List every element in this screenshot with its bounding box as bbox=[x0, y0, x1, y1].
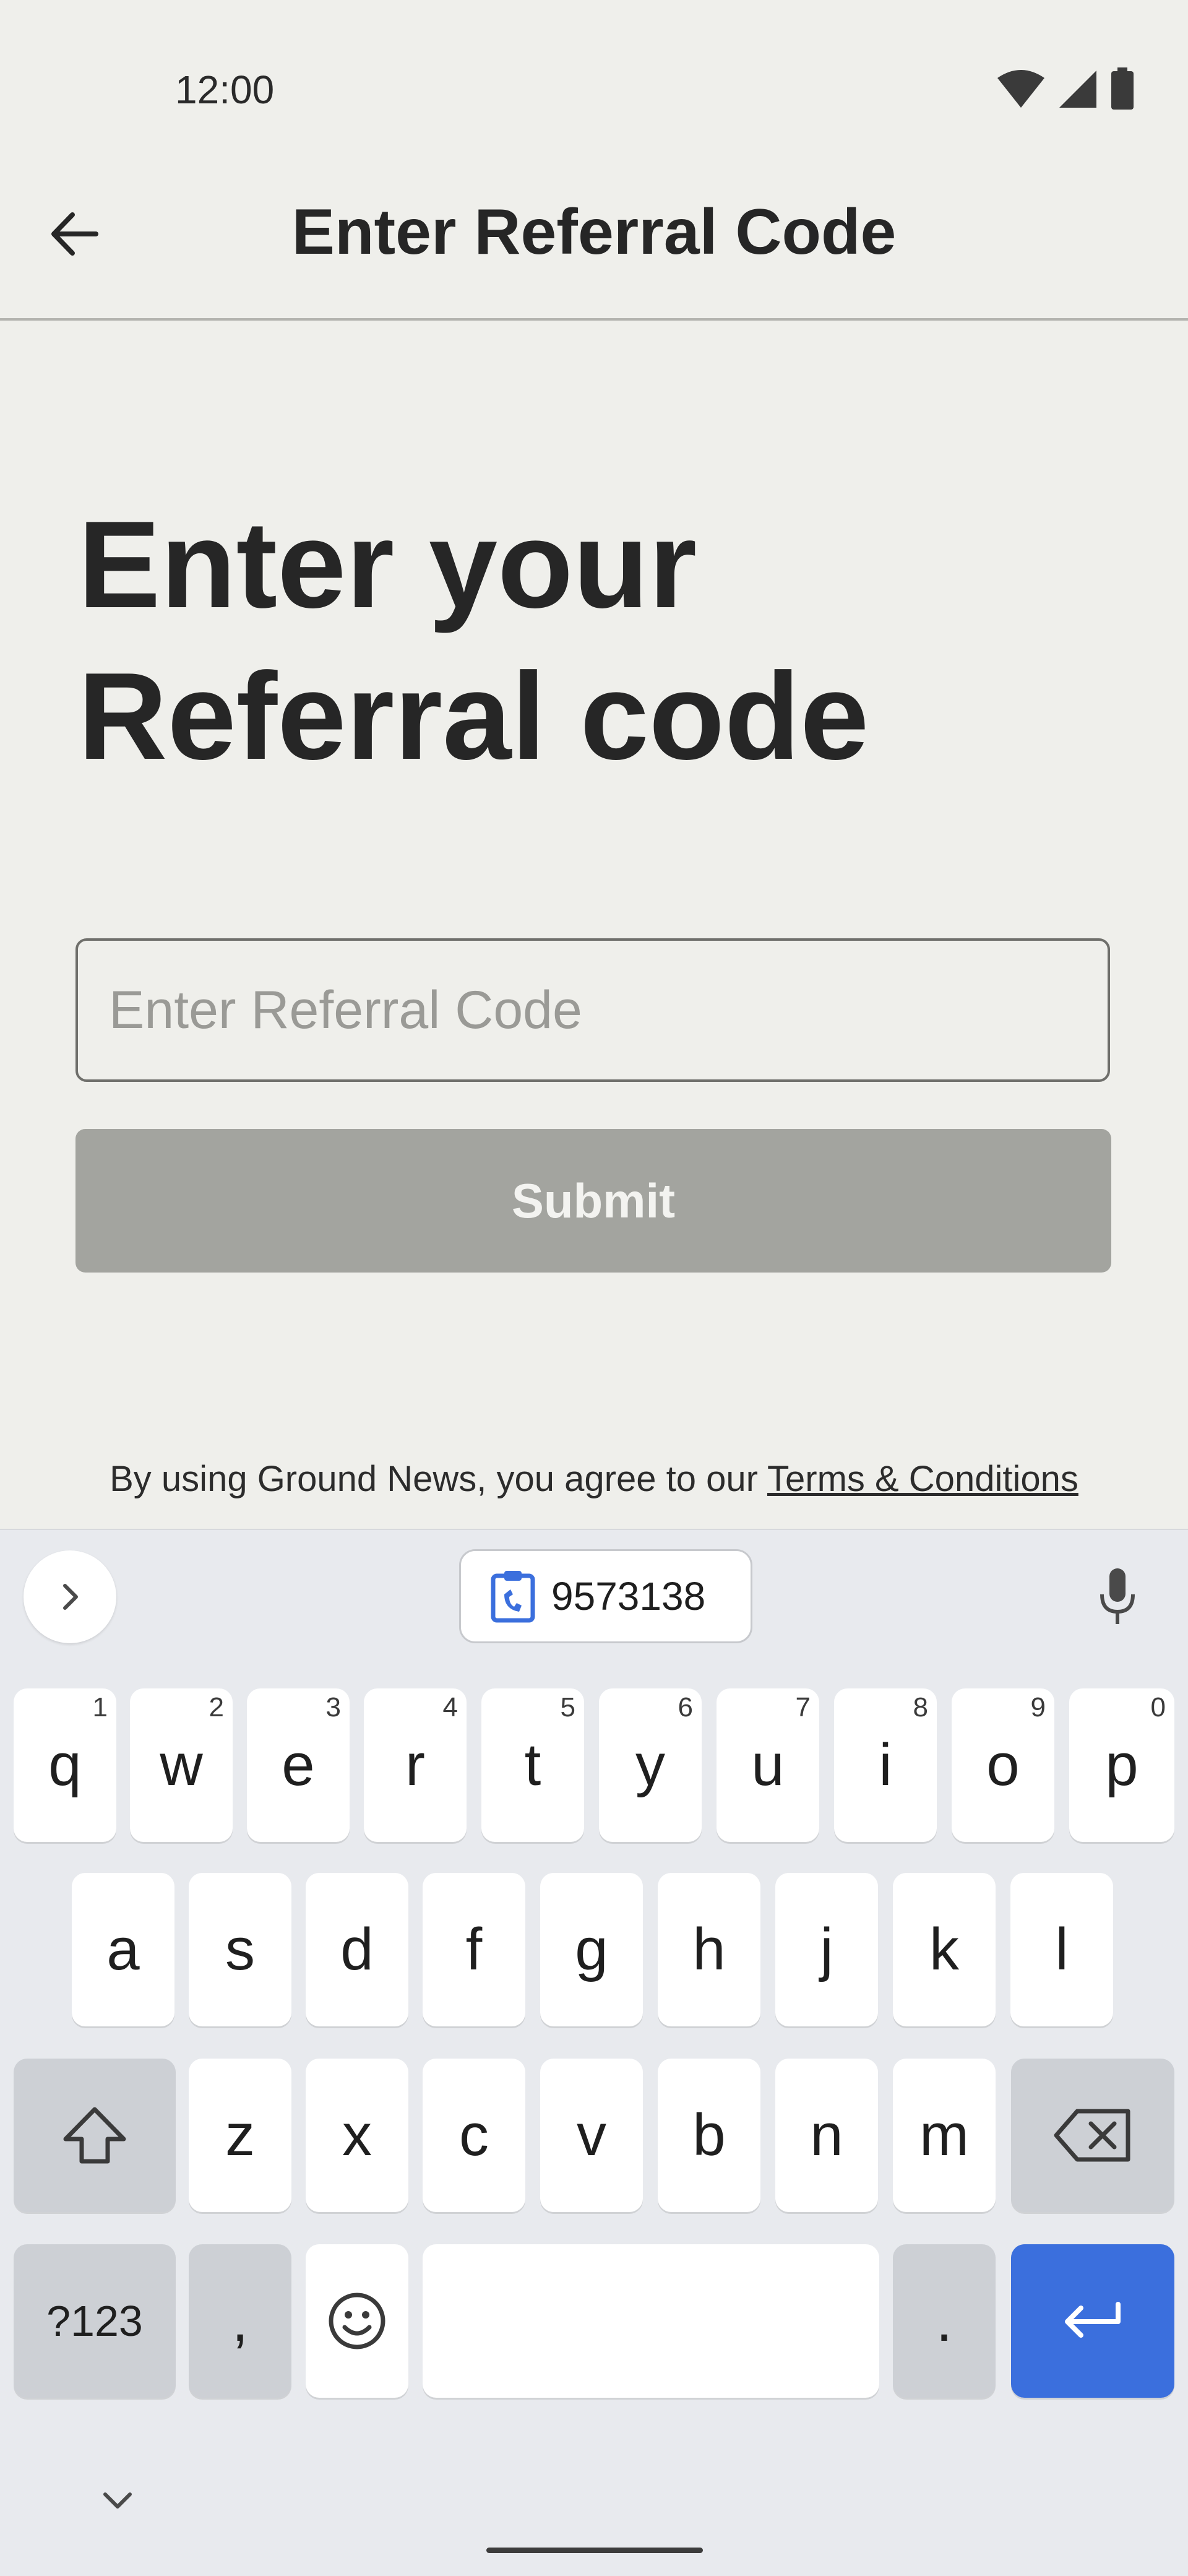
key-label: p bbox=[1105, 1732, 1138, 1798]
key-t[interactable]: t5 bbox=[481, 1688, 584, 1842]
key-label: q bbox=[48, 1732, 82, 1798]
submit-button[interactable]: Submit bbox=[75, 1129, 1111, 1273]
key-q[interactable]: q1 bbox=[14, 1688, 116, 1842]
key-label: u bbox=[751, 1732, 785, 1798]
comma-key[interactable]: , bbox=[189, 2244, 291, 2398]
page-heading: Enter your Referral code bbox=[78, 489, 1130, 792]
clipboard-icon bbox=[491, 1571, 535, 1623]
key-r[interactable]: r4 bbox=[364, 1688, 467, 1842]
terms-prefix: By using Ground News, you agree to our bbox=[110, 1459, 767, 1499]
enter-key[interactable] bbox=[1011, 2244, 1174, 2398]
chevron-down-icon bbox=[103, 2492, 132, 2509]
key-s[interactable]: s bbox=[189, 1873, 291, 2026]
key-label: t bbox=[524, 1732, 541, 1798]
key-z[interactable]: z bbox=[189, 2059, 291, 2212]
shift-icon bbox=[63, 2107, 126, 2164]
soft-keyboard bbox=[0, 1529, 1188, 2576]
app-bar-divider bbox=[0, 318, 1188, 321]
key-hint: 5 bbox=[560, 1692, 575, 1722]
key-e[interactable]: e3 bbox=[247, 1688, 350, 1842]
emoji-key[interactable] bbox=[306, 2244, 408, 2398]
key-f[interactable]: f bbox=[423, 1873, 525, 2026]
key-l[interactable]: l bbox=[1010, 1873, 1113, 2026]
key-label: o bbox=[986, 1732, 1020, 1798]
period-key[interactable]: . bbox=[893, 2244, 996, 2398]
app-bar-title: Enter Referral Code bbox=[291, 196, 897, 268]
enter-icon bbox=[1065, 2302, 1121, 2338]
battery-icon bbox=[1111, 67, 1134, 110]
key-c[interactable]: c bbox=[423, 2059, 525, 2212]
key-hint: 7 bbox=[795, 1692, 811, 1722]
key-k[interactable]: k bbox=[893, 1873, 996, 2026]
space-key[interactable] bbox=[423, 2244, 879, 2398]
terms-link[interactable]: Terms & Conditions bbox=[767, 1459, 1078, 1499]
backspace-key[interactable] bbox=[1011, 2059, 1174, 2212]
key-h[interactable]: h bbox=[658, 1873, 760, 2026]
clipboard-suggestion-chip[interactable]: 9573138 bbox=[459, 1549, 752, 1643]
back-arrow-icon bbox=[51, 212, 98, 256]
key-i[interactable]: i8 bbox=[834, 1688, 937, 1842]
shift-key[interactable] bbox=[14, 2059, 176, 2212]
keyboard-toolbar-expand-button[interactable] bbox=[24, 1550, 116, 1643]
signal-icon bbox=[1059, 71, 1096, 108]
clipboard-suggestion-text: 9573138 bbox=[551, 1574, 706, 1619]
key-label: w bbox=[160, 1732, 203, 1798]
key-hint: 9 bbox=[1030, 1692, 1046, 1722]
key-hint: 3 bbox=[325, 1692, 341, 1722]
microphone-icon bbox=[1100, 1568, 1135, 1624]
key-n[interactable]: n bbox=[775, 2059, 878, 2212]
referral-code-input[interactable] bbox=[75, 938, 1110, 1082]
key-label: r bbox=[405, 1732, 425, 1798]
key-x[interactable]: x bbox=[306, 2059, 408, 2212]
symbols-key[interactable]: ?123 bbox=[14, 2244, 176, 2398]
back-button[interactable] bbox=[37, 197, 111, 271]
key-d[interactable]: d bbox=[306, 1873, 408, 2026]
key-w[interactable]: w2 bbox=[130, 1688, 233, 1842]
key-o[interactable]: o9 bbox=[952, 1688, 1054, 1842]
key-p[interactable]: p0 bbox=[1069, 1688, 1174, 1842]
heading-line-1: Enter your bbox=[78, 496, 697, 634]
key-hint: 4 bbox=[442, 1692, 458, 1722]
key-label: i bbox=[879, 1732, 892, 1798]
key-hint: 0 bbox=[1150, 1692, 1166, 1722]
key-b[interactable]: b bbox=[658, 2059, 760, 2212]
navigation-handle[interactable] bbox=[486, 2548, 703, 2553]
status-icons bbox=[996, 67, 1135, 111]
key-u[interactable]: u7 bbox=[717, 1688, 819, 1842]
status-time: 12:00 bbox=[175, 67, 275, 112]
terms-text: By using Ground News, you agree to our T… bbox=[0, 1458, 1188, 1500]
key-j[interactable]: j bbox=[775, 1873, 878, 2026]
heading-line-2: Referral code bbox=[78, 647, 869, 785]
emoji-icon bbox=[329, 2293, 385, 2349]
hide-keyboard-button[interactable] bbox=[80, 2476, 155, 2525]
key-g[interactable]: g bbox=[540, 1873, 643, 2026]
key-m[interactable]: m bbox=[893, 2059, 996, 2212]
key-hint: 2 bbox=[209, 1692, 224, 1722]
chevron-right-icon bbox=[63, 1584, 78, 1610]
backspace-icon bbox=[1054, 2109, 1130, 2162]
voice-input-button[interactable] bbox=[1080, 1560, 1155, 1634]
key-hint: 8 bbox=[913, 1692, 928, 1722]
key-a[interactable]: a bbox=[72, 1873, 174, 2026]
key-y[interactable]: y6 bbox=[599, 1688, 702, 1842]
key-v[interactable]: v bbox=[540, 2059, 643, 2212]
key-hint: 6 bbox=[678, 1692, 693, 1722]
key-label: y bbox=[635, 1732, 665, 1798]
key-hint: 1 bbox=[92, 1692, 108, 1722]
key-label: e bbox=[282, 1732, 315, 1798]
wifi-icon bbox=[997, 70, 1044, 108]
